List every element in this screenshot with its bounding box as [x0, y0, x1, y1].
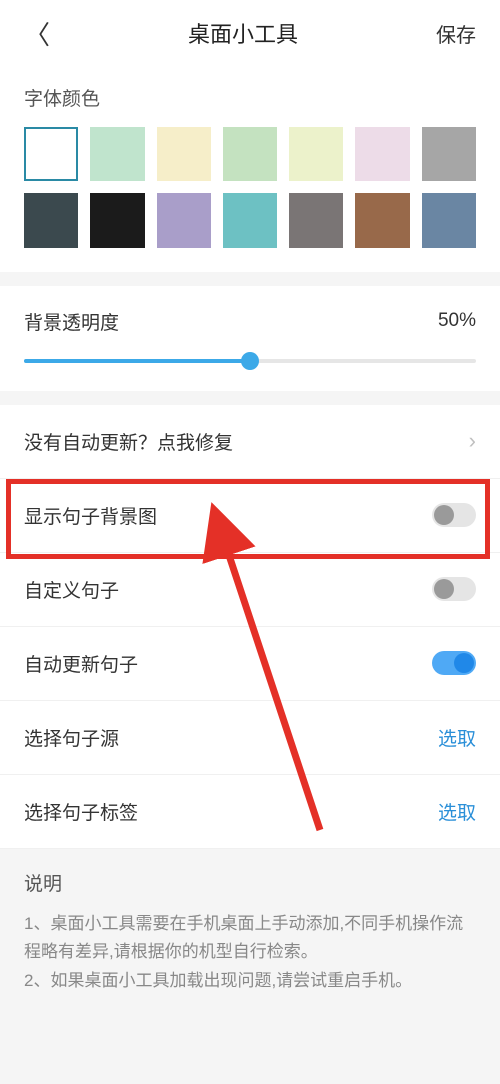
repair-label: 没有自动更新？点我修复 — [24, 428, 233, 455]
color-swatch-5[interactable] — [355, 127, 409, 181]
custom-sentence-row: 自定义句子 — [0, 553, 500, 627]
font-color-label: 字体颜色 — [24, 84, 476, 111]
divider — [0, 391, 500, 405]
color-swatch-3[interactable] — [223, 127, 277, 181]
opacity-label: 背景透明度 — [24, 308, 119, 335]
color-swatch-9[interactable] — [157, 193, 211, 247]
show-bg-toggle[interactable] — [432, 503, 476, 527]
select-source-action[interactable]: 选取 — [438, 724, 476, 751]
color-swatch-1[interactable] — [90, 127, 144, 181]
custom-sentence-label: 自定义句子 — [24, 576, 119, 603]
color-swatch-12[interactable] — [355, 193, 409, 247]
page-title: 桌面小工具 — [188, 17, 298, 49]
color-grid — [24, 127, 476, 248]
color-swatch-4[interactable] — [289, 127, 343, 181]
select-tag-action[interactable]: 选取 — [438, 798, 476, 825]
select-source-label: 选择句子源 — [24, 724, 119, 751]
show-bg-label: 显示句子背景图 — [24, 502, 157, 529]
font-color-section: 字体颜色 — [0, 66, 500, 272]
toggle-knob — [434, 505, 454, 525]
select-tag-row[interactable]: 选择句子标签 选取 — [0, 775, 500, 849]
slider-fill — [24, 359, 250, 363]
opacity-section: 背景透明度 50% — [0, 286, 500, 391]
header-bar: 〈 桌面小工具 保存 — [0, 0, 500, 66]
color-swatch-13[interactable] — [422, 193, 476, 247]
color-swatch-0[interactable] — [24, 127, 78, 181]
description-line-1: 1、桌面小工具需要在手机桌面上手动添加,不同手机操作流程略有差异,请根据你的机型… — [24, 910, 476, 968]
color-swatch-11[interactable] — [289, 193, 343, 247]
opacity-slider[interactable] — [24, 359, 476, 363]
back-icon[interactable]: 〈 — [24, 15, 50, 52]
slider-thumb[interactable] — [241, 352, 259, 370]
color-swatch-8[interactable] — [90, 193, 144, 247]
auto-update-toggle[interactable] — [432, 651, 476, 675]
chevron-right-icon: › — [469, 428, 476, 454]
color-swatch-2[interactable] — [157, 127, 211, 181]
opacity-value: 50% — [438, 310, 476, 332]
show-bg-row: 显示句子背景图 — [0, 479, 500, 553]
color-swatch-7[interactable] — [24, 193, 78, 247]
select-source-row[interactable]: 选择句子源 选取 — [0, 701, 500, 775]
repair-row[interactable]: 没有自动更新？点我修复 › — [0, 405, 500, 479]
description-title: 说明 — [24, 869, 476, 896]
color-swatch-10[interactable] — [223, 193, 277, 247]
auto-update-row: 自动更新句子 — [0, 627, 500, 701]
save-button[interactable]: 保存 — [436, 19, 476, 48]
toggle-knob — [434, 579, 454, 599]
auto-update-label: 自动更新句子 — [24, 650, 138, 677]
description-line-2: 2、如果桌面小工具加载出现问题,请尝试重启手机。 — [24, 967, 476, 996]
toggle-knob — [454, 653, 474, 673]
color-swatch-6[interactable] — [422, 127, 476, 181]
description-section: 说明 1、桌面小工具需要在手机桌面上手动添加,不同手机操作流程略有差异,请根据你… — [0, 849, 500, 1017]
select-tag-label: 选择句子标签 — [24, 798, 138, 825]
divider — [0, 272, 500, 286]
custom-sentence-toggle[interactable] — [432, 577, 476, 601]
